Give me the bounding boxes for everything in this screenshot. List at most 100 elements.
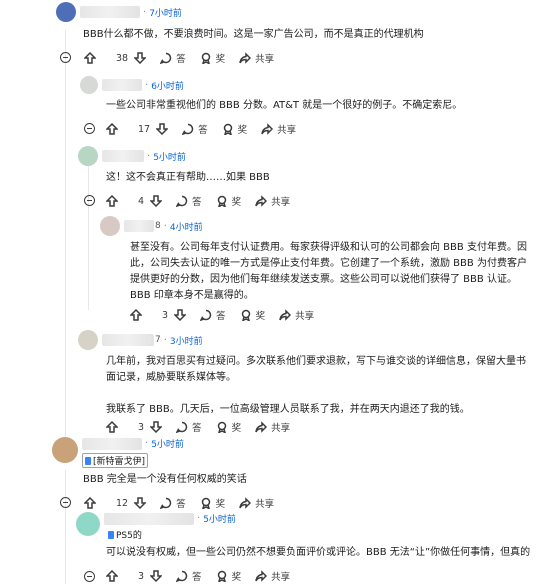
upvote-icon <box>106 421 118 433</box>
share-icon <box>239 52 252 64</box>
upvote-button[interactable] <box>84 497 96 509</box>
share-button[interactable]: 共享 <box>255 420 290 434</box>
comment-actions: 4 答 奖 共享 <box>106 193 304 209</box>
comment-header: 7 · 3小时前 <box>78 330 203 350</box>
vote-count: 3 <box>138 570 145 582</box>
collapse-icon[interactable] <box>60 497 71 508</box>
share-icon <box>255 570 268 582</box>
reply-button[interactable]: 答 <box>160 51 186 65</box>
vote-count: 17 <box>138 123 151 135</box>
downvote-icon <box>134 52 147 64</box>
username[interactable] <box>102 150 144 162</box>
award-button[interactable]: 奖 <box>222 122 247 136</box>
avatar[interactable] <box>100 216 120 236</box>
flair-icon <box>85 456 91 465</box>
upvote-icon <box>106 195 118 207</box>
comment-header: · 5小时前 PS5的 <box>76 512 236 541</box>
comment-body: 一些公司非常重视他们的 BBB 分数。AT&T 就是一个很好的例子。不确定索尼。 <box>106 100 463 111</box>
comment-body: 甚至没有。公司每年支付认证费用。每家获得评级和认可的公司都会向 BBB 支付年费… <box>130 242 527 301</box>
share-button[interactable]: 共享 <box>239 496 274 510</box>
username[interactable] <box>102 79 142 91</box>
collapse-icon[interactable] <box>60 52 71 63</box>
share-button[interactable]: 共享 <box>239 51 274 65</box>
avatar[interactable] <box>76 512 100 536</box>
upvote-icon <box>84 497 96 509</box>
user-flair: PS5的 <box>108 528 236 541</box>
upvote-button[interactable] <box>130 309 142 321</box>
thread-line <box>65 30 66 460</box>
timestamp[interactable]: 7小时前 <box>149 6 182 19</box>
downvote-button[interactable] <box>156 123 169 135</box>
timestamp[interactable]: 5小时前 <box>153 150 186 163</box>
username-suffix: 7 <box>155 335 161 345</box>
upvote-button[interactable] <box>106 123 118 135</box>
award-button[interactable]: 奖 <box>216 194 241 208</box>
timestamp[interactable]: 6小时前 <box>151 79 184 92</box>
comment-header: · 6小时前 <box>80 76 184 94</box>
collapse-icon[interactable] <box>84 571 95 582</box>
collapse-icon[interactable] <box>84 195 95 206</box>
reply-button[interactable]: 答 <box>176 194 202 208</box>
share-button[interactable]: 共享 <box>261 122 296 136</box>
username[interactable] <box>80 6 140 18</box>
avatar[interactable] <box>78 146 98 166</box>
share-icon <box>255 195 268 207</box>
share-button[interactable]: 共享 <box>255 569 290 583</box>
avatar[interactable] <box>80 76 98 94</box>
comment-header: 8 · 4小时前 <box>100 216 203 236</box>
timestamp[interactable]: 4小时前 <box>170 220 203 233</box>
avatar[interactable] <box>78 330 98 350</box>
comment-icon <box>176 570 188 582</box>
upvote-button[interactable] <box>106 570 118 582</box>
downvote-button[interactable] <box>134 52 147 64</box>
share-button[interactable]: 共享 <box>279 308 314 322</box>
downvote-icon <box>156 123 169 135</box>
downvote-icon <box>150 421 163 433</box>
username[interactable] <box>82 437 142 450</box>
vote-count: 12 <box>116 497 129 509</box>
award-button[interactable]: 奖 <box>200 51 225 65</box>
reply-button[interactable]: 答 <box>176 420 202 434</box>
downvote-icon <box>150 195 163 207</box>
award-button[interactable]: 奖 <box>240 308 265 322</box>
award-button[interactable]: 奖 <box>200 496 225 510</box>
downvote-button[interactable] <box>134 497 147 509</box>
upvote-icon <box>84 52 96 64</box>
award-icon <box>217 195 226 207</box>
comment-actions: 38 答 奖 共享 <box>84 50 288 66</box>
reply-button[interactable]: 答 <box>200 308 226 322</box>
comment-actions: 12 答 奖 共享 <box>84 495 288 511</box>
award-icon <box>201 497 210 509</box>
username[interactable] <box>104 512 194 525</box>
downvote-button[interactable] <box>174 309 187 321</box>
comment-actions: 3 答 奖 共享 <box>106 568 304 584</box>
downvote-button[interactable] <box>150 195 163 207</box>
comment-body: BBB 完全是一个没有任何权威的笑话 <box>83 474 247 485</box>
upvote-button[interactable] <box>106 421 118 433</box>
timestamp[interactable]: 3小时前 <box>170 334 203 347</box>
upvote-button[interactable] <box>106 195 118 207</box>
share-button[interactable]: 共享 <box>255 194 290 208</box>
reply-button[interactable]: 答 <box>160 496 186 510</box>
award-icon <box>217 421 226 433</box>
award-button[interactable]: 奖 <box>216 420 241 434</box>
vote-count: 4 <box>138 195 145 207</box>
avatar[interactable] <box>56 2 76 22</box>
timestamp[interactable]: 5小时前 <box>203 512 236 525</box>
collapse-icon[interactable] <box>84 123 95 134</box>
downvote-button[interactable] <box>150 570 163 582</box>
comment-icon <box>176 421 188 433</box>
avatar[interactable] <box>52 437 78 463</box>
award-icon <box>201 52 210 64</box>
reply-button[interactable]: 答 <box>176 569 202 583</box>
username[interactable] <box>124 220 154 232</box>
timestamp[interactable]: 5小时前 <box>151 437 184 450</box>
award-button[interactable]: 奖 <box>216 569 241 583</box>
upvote-button[interactable] <box>84 52 96 64</box>
vote-count: 3 <box>138 421 145 433</box>
username[interactable] <box>102 334 154 346</box>
vote-count: 38 <box>116 52 129 64</box>
share-icon <box>239 497 252 509</box>
downvote-button[interactable] <box>150 421 163 433</box>
reply-button[interactable]: 答 <box>182 122 208 136</box>
